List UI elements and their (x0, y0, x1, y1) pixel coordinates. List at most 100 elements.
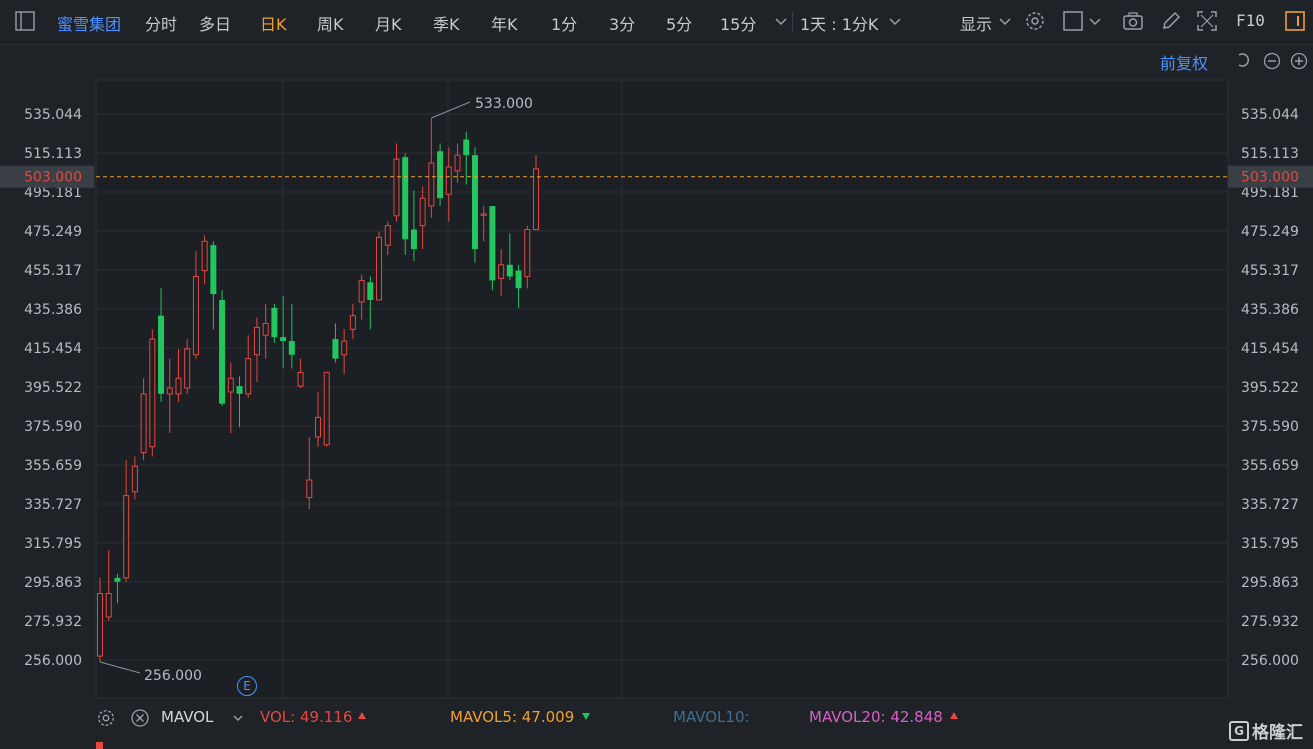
event-marker[interactable]: E (237, 676, 257, 696)
candle-body-down (489, 206, 496, 281)
candle-body-down (410, 229, 417, 250)
tab-1min[interactable]: 1分 (551, 11, 577, 35)
candle-body-up (349, 315, 356, 330)
logo-g-icon: G (1229, 720, 1249, 741)
mavol5-down-arrow-icon (582, 713, 590, 720)
tab-yearly-k[interactable]: 年K (491, 11, 518, 35)
zoom-in-icon[interactable] (1290, 52, 1308, 70)
price-tick-left: 335.727 (24, 497, 82, 513)
candle-body-up (454, 154, 461, 172)
price-tick-left: 375.590 (24, 419, 82, 435)
price-tick-left: 455.317 (24, 263, 82, 279)
candle-body-up (498, 264, 505, 279)
tab-quarterly-k[interactable]: 季K (433, 11, 460, 35)
low-price-label: 256.000 (144, 668, 202, 684)
display-chevron-down-icon[interactable] (994, 10, 1016, 32)
gear-icon[interactable] (96, 708, 116, 728)
price-tick-left: 435.386 (24, 302, 82, 318)
price-tick-right: 535.044 (1241, 107, 1299, 123)
price-tick-right: 295.863 (1241, 575, 1299, 591)
price-tick-right: 315.795 (1241, 536, 1299, 552)
candle-body-up (97, 592, 103, 657)
tab-fenshi[interactable]: 分时 (145, 11, 177, 35)
camera-icon[interactable] (1122, 10, 1144, 32)
candle-body-up (480, 213, 487, 216)
mavol20-value: MAVOL20: 42.848 (809, 708, 943, 726)
price-tick-left: 295.863 (24, 575, 82, 591)
candle-body-up (227, 377, 234, 393)
layout-chevron-down-icon[interactable] (1084, 10, 1106, 32)
volume-pane-marker (96, 742, 103, 749)
candle-body-down (471, 155, 478, 250)
candle-body-up (445, 166, 452, 195)
candle-body-up (315, 416, 321, 438)
mavol20-up-arrow-icon (950, 712, 958, 719)
price-tick-right: 375.590 (1241, 419, 1299, 435)
panel-toggle-icon[interactable] (14, 10, 36, 32)
price-tick-left: 256.000 (24, 653, 82, 669)
candle-body-up (533, 168, 539, 231)
tab-multi-day[interactable]: 多日 (199, 11, 231, 35)
candle-body-down (219, 299, 226, 404)
candle-body-up (376, 236, 383, 301)
tab-5min[interactable]: 5分 (666, 11, 692, 35)
price-tick-right: 335.727 (1241, 497, 1299, 513)
layout-box-icon[interactable] (1062, 10, 1084, 32)
event-marker-label: E (243, 679, 251, 693)
candle-body-up (192, 275, 199, 356)
vol-up-arrow-icon (358, 712, 366, 719)
candle-body-down (210, 245, 217, 295)
zoom-out-icon[interactable] (1263, 52, 1281, 70)
tab-monthly-k[interactable]: 月K (375, 11, 402, 35)
candle-body-up (524, 229, 531, 277)
undo-icon[interactable] (1236, 52, 1252, 68)
high-price-label: 533.000 (475, 96, 533, 112)
tab-15min[interactable]: 15分 (720, 11, 756, 35)
candle-body-down (332, 339, 339, 359)
price-tick-right: 415.454 (1241, 341, 1299, 357)
candle-body-up (201, 240, 208, 272)
display-menu[interactable]: 显示 (960, 11, 992, 35)
price-tick-left: 475.249 (24, 224, 82, 240)
price-tick-left: 415.454 (24, 341, 82, 357)
pencil-icon[interactable] (1160, 10, 1182, 32)
period-chevron-down-icon[interactable] (770, 10, 792, 32)
close-icon[interactable] (130, 708, 150, 728)
f10-button[interactable]: F10 (1236, 11, 1265, 30)
price-tick-left: 515.113 (24, 146, 82, 162)
fuquan-toggle[interactable]: 前复权 (1160, 50, 1208, 74)
tab-weekly-k[interactable]: 周K (317, 11, 344, 35)
tab-3min[interactable]: 3分 (609, 11, 635, 35)
chart-toolbar: 蜜雪集团 分时 多日 日K 周K 月K 季K 年K 1分 3分 5分 15分 1… (0, 0, 1313, 45)
price-tick-right: 256.000 (1241, 653, 1299, 669)
current-price-left: 503.000 (24, 170, 82, 186)
range-chevron-down-icon[interactable] (884, 10, 906, 32)
mavol5-value: MAVOL5: 47.009 (450, 708, 575, 726)
range-select[interactable]: 1天 : 1分K (800, 11, 878, 35)
price-tick-right: 395.522 (1241, 380, 1299, 396)
side-panel-icon[interactable] (1284, 10, 1306, 32)
tab-daily-k[interactable]: 日K (260, 11, 287, 35)
indicator-chevron-down-icon[interactable] (230, 710, 246, 726)
candle-body-up (140, 393, 147, 454)
stock-name[interactable]: 蜜雪集团 (57, 11, 121, 35)
price-tick-left: 535.044 (24, 107, 82, 123)
candle-body-up (166, 387, 173, 395)
candle-body-down (271, 307, 278, 338)
candlestick-chart[interactable]: 535.044 535.044515.113 515.113495.181 495.1… (0, 44, 1313, 749)
brand-logo: G 格隆汇 (1229, 718, 1303, 743)
candle-body-up (175, 377, 182, 395)
candle-body-up (393, 158, 400, 217)
candle-body-up (245, 358, 252, 395)
candle-body-up (428, 162, 435, 207)
price-tick-right: 355.659 (1241, 458, 1299, 474)
fullscreen-icon[interactable] (1196, 10, 1218, 32)
indicator-select[interactable]: MAVOL (161, 708, 213, 726)
candle-body-up (358, 279, 365, 303)
gear-icon[interactable] (1024, 10, 1046, 32)
candle-body-up (323, 371, 330, 446)
candle-body-up (306, 479, 313, 499)
logo-text: 格隆汇 (1252, 723, 1303, 743)
candle-body-down (437, 151, 444, 199)
candle-body-down (280, 337, 287, 342)
